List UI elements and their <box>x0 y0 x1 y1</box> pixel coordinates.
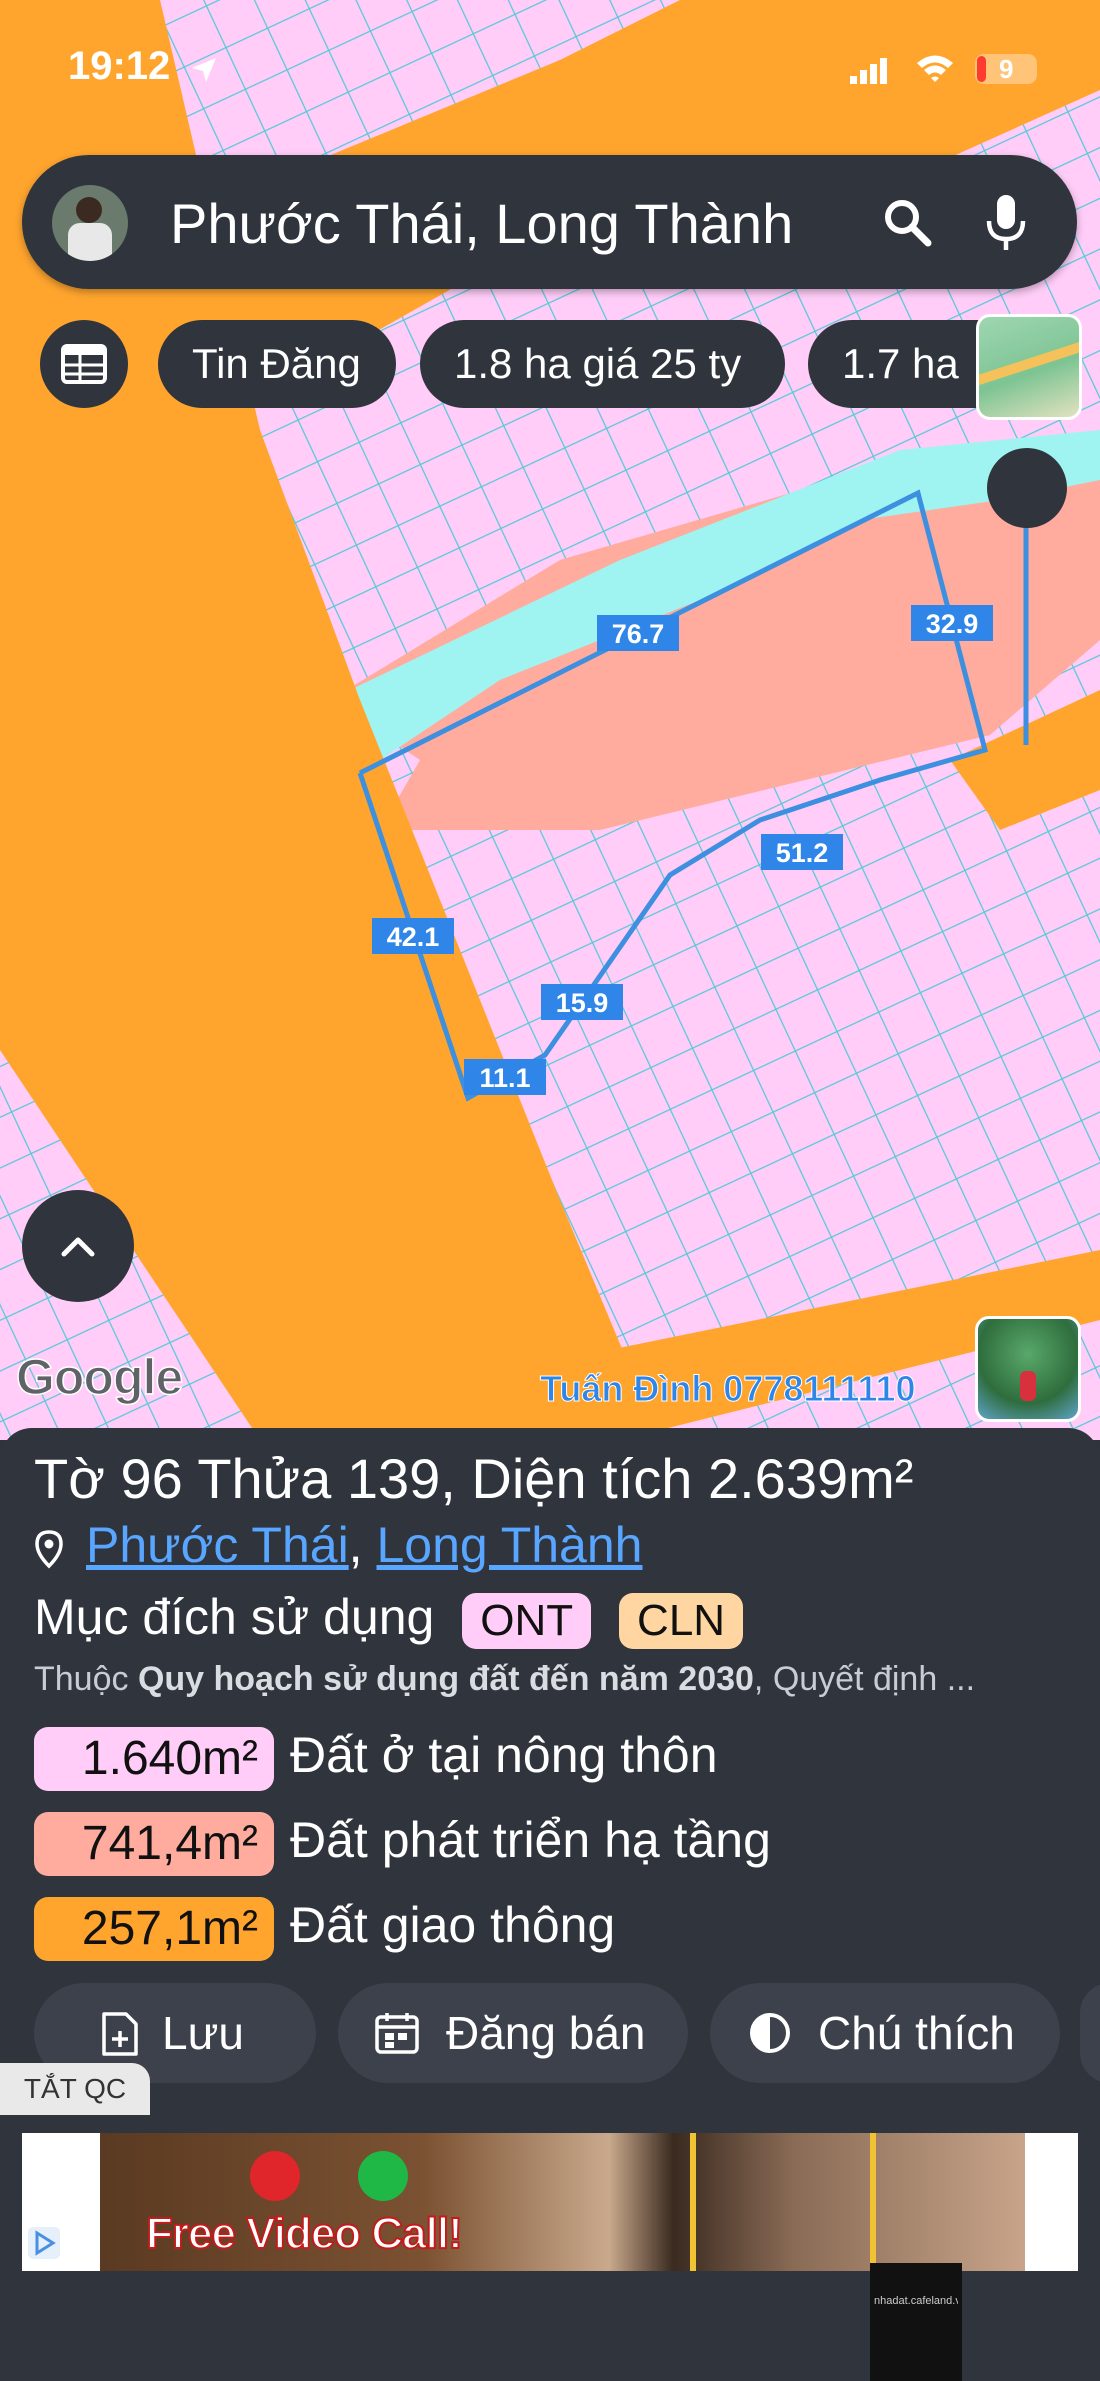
parcel-info-panel: Tờ 96 Thửa 139, Diện tích 2.639m² Phước … <box>0 1428 1100 2381</box>
site-badge: nhadat.cafeland.vn <box>870 2263 962 2381</box>
area-value: 257,1m² <box>34 1896 274 1961</box>
plan-prefix: Thuộc <box>34 1660 129 1698</box>
compass-button[interactable] <box>987 448 1067 528</box>
ad-banner[interactable]: Free Video Call! <box>22 2133 1078 2271</box>
area-label: Đất giao thông <box>290 1897 616 1953</box>
battery-level: 9 <box>999 54 1014 84</box>
hide-ads-button[interactable]: TẮT QC <box>0 2063 150 2115</box>
ad-image: Free Video Call! <box>100 2133 1025 2271</box>
legend-button[interactable]: Chú thích <box>710 1983 1060 2083</box>
area-label: Đất ở tại nông thôn <box>290 1727 718 1783</box>
area-value: 1.640m² <box>34 1726 274 1791</box>
plan-suffix: , Quyết định ... <box>753 1660 976 1698</box>
area-row-infrastructure: 741,4m² Đất phát triển hạ tầng <box>34 1811 771 1877</box>
ad-choices-icon <box>28 2227 60 2259</box>
signal-icon <box>850 58 887 84</box>
district-link[interactable]: Long Thành <box>376 1517 642 1573</box>
more-actions-button[interactable] <box>1080 1983 1100 2083</box>
purpose-badge-cln: CLN <box>619 1592 744 1649</box>
edge-label: 15.9 <box>556 988 609 1018</box>
layers-thumbnail[interactable] <box>976 314 1082 420</box>
expand-panel-button[interactable] <box>22 1190 134 1302</box>
area-label: Đất phát triển hạ tầng <box>290 1812 771 1868</box>
battery-icon: 9 <box>975 54 1037 84</box>
chip-1-8-ha[interactable]: 1.8 ha giá 25 ty <box>420 320 785 408</box>
table-view-button[interactable] <box>40 320 128 408</box>
area-row-residential: 1.640m² Đất ở tại nông thôn <box>34 1726 718 1792</box>
contrast-icon <box>750 2013 790 2053</box>
street-view-thumbnail[interactable] <box>975 1316 1081 1422</box>
parcel-title: Tờ 96 Thửa 139, Diện tích 2.639m² <box>34 1447 914 1510</box>
area-row-traffic: 257,1m² Đất giao thông <box>34 1896 615 1962</box>
microphone-icon[interactable] <box>984 193 1028 253</box>
search-input[interactable]: Phước Thái, Long Thành <box>170 191 793 256</box>
location-arrow-icon <box>192 58 216 82</box>
wifi-icon <box>917 55 953 82</box>
edge-label: 76.7 <box>612 619 665 649</box>
commune-link[interactable]: Phước Thái <box>86 1517 349 1573</box>
map-watermark: Tuấn Đình 0778111110 <box>540 1368 917 1410</box>
parcel-location: Phước Thái, Long Thành <box>34 1516 642 1574</box>
plan-reference: Thuộc Quy hoạch sử dụng đất đến năm 2030… <box>34 1660 1084 1699</box>
purpose-badge-ont: ONT <box>462 1592 592 1649</box>
post-for-sale-button[interactable]: Đăng bán <box>338 1983 688 2083</box>
plan-name: Quy hoạch sử dụng đất đến năm 2030 <box>137 1660 754 1698</box>
clock: 19:12 <box>68 44 171 88</box>
edge-label: 32.9 <box>926 609 979 639</box>
land-use-purpose: Mục đích sử dụng ONT CLN <box>34 1588 744 1649</box>
location-separator: , <box>348 1517 363 1573</box>
search-icon[interactable] <box>882 197 934 249</box>
avatar[interactable] <box>52 185 128 261</box>
post-label: Đăng bán <box>446 2007 646 2059</box>
chevron-up-icon <box>61 1237 95 1257</box>
location-pin-icon <box>35 1530 63 1569</box>
call-icon <box>358 2151 408 2201</box>
chip-listings[interactable]: Tin Đăng <box>158 320 396 408</box>
edge-label: 11.1 <box>479 1063 530 1093</box>
area-value: 741,4m² <box>34 1811 274 1876</box>
table-icon <box>61 344 107 384</box>
site-badge-text: nhadat.cafeland.vn <box>874 2295 958 2307</box>
purpose-label: Mục đích sử dụng <box>34 1589 435 1645</box>
status-bar: 19:12 9 <box>0 0 1100 140</box>
save-label: Lưu <box>162 2007 244 2059</box>
end-call-icon <box>250 2151 300 2201</box>
edge-label: 42.1 <box>387 922 440 952</box>
file-plus-icon <box>102 2012 138 2056</box>
google-logo: Google <box>15 1348 184 1406</box>
search-bar[interactable]: Phước Thái, Long Thành <box>22 155 1077 289</box>
calendar-icon <box>375 2013 419 2054</box>
ad-banner-text: Free Video Call! <box>145 2208 464 2259</box>
legend-label: Chú thích <box>818 2007 1015 2059</box>
edge-label: 51.2 <box>776 838 829 868</box>
